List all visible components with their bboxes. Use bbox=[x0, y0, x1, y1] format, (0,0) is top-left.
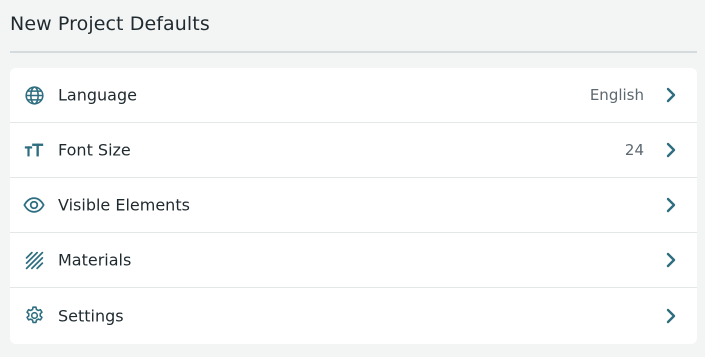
row-font-size[interactable]: Font Size 24 bbox=[10, 123, 697, 178]
eye-icon bbox=[23, 194, 45, 216]
hatch-pattern-icon bbox=[23, 249, 45, 271]
page-title: New Project Defaults bbox=[10, 13, 210, 35]
text-size-icon bbox=[23, 139, 45, 161]
row-settings[interactable]: Settings bbox=[10, 288, 697, 343]
page-header: New Project Defaults bbox=[10, 0, 697, 53]
row-value-language: English bbox=[589, 86, 644, 104]
globe-icon bbox=[23, 84, 45, 106]
chevron-right-icon bbox=[666, 142, 676, 158]
chevron-right-icon bbox=[666, 197, 676, 213]
row-visible-elements[interactable]: Visible Elements bbox=[10, 178, 697, 233]
row-language[interactable]: Language English bbox=[10, 68, 697, 123]
row-label-materials: Materials bbox=[58, 250, 132, 270]
row-value-font-size: 24 bbox=[624, 141, 644, 159]
chevron-right-icon bbox=[666, 308, 676, 323]
gear-icon bbox=[23, 305, 45, 327]
chevron-right-icon bbox=[666, 252, 676, 268]
row-label-settings: Settings bbox=[58, 306, 124, 325]
row-label-language: Language bbox=[58, 85, 137, 105]
row-materials[interactable]: Materials bbox=[10, 233, 697, 288]
defaults-list: Language English Font Size 24 Visible El… bbox=[10, 68, 697, 344]
row-label-font-size: Font Size bbox=[58, 140, 131, 160]
row-label-visible-elements: Visible Elements bbox=[58, 195, 190, 215]
chevron-right-icon bbox=[666, 87, 676, 103]
